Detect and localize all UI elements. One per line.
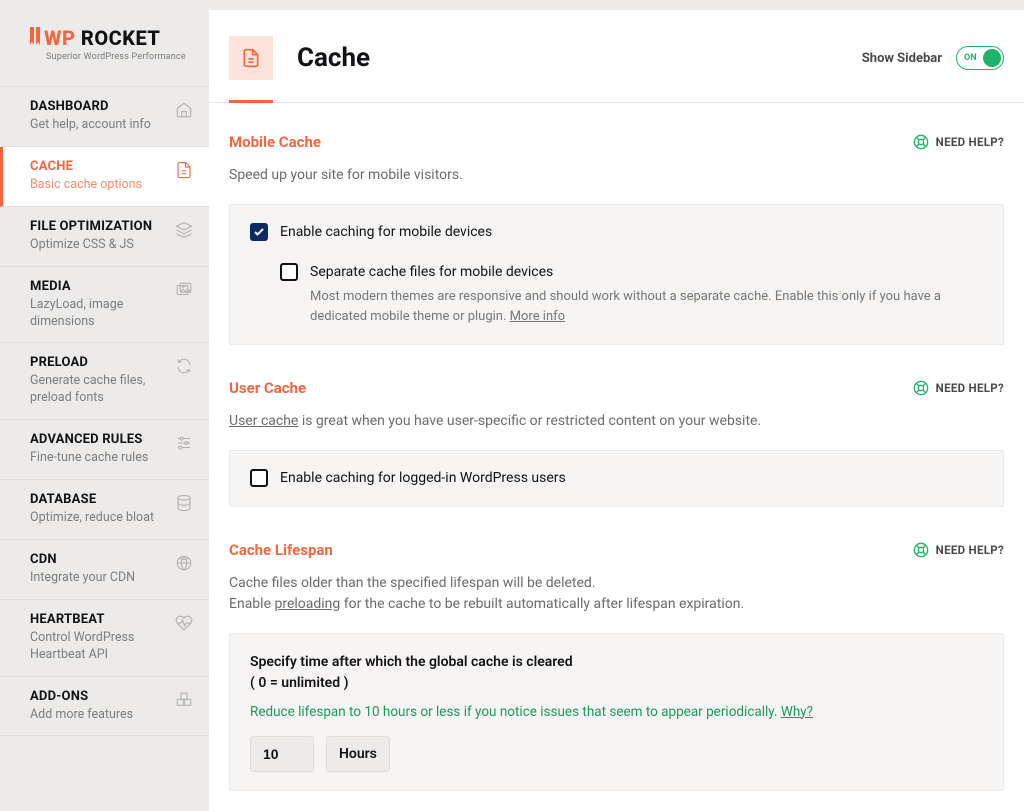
lifebuoy-icon [913, 542, 929, 558]
heartbeat-icon [175, 614, 193, 632]
brand-name: ROCKET [81, 26, 161, 50]
layers-icon [175, 221, 193, 239]
preloading-link[interactable]: preloading [274, 596, 340, 612]
nav-subtitle: Optimize CSS & JS [30, 237, 167, 254]
lifespan-value-input[interactable] [250, 736, 314, 772]
lifebuoy-icon [913, 134, 929, 150]
section-desc-user: User cache is great when you have user-s… [229, 411, 1004, 432]
nav-title: PRELOAD [30, 355, 167, 370]
sidebar-item-media[interactable]: MEDIA LazyLoad, image dimensions [0, 267, 209, 344]
sidebar: WP ROCKET Superior WordPress Performance… [0, 0, 209, 811]
brand-logo: WP ROCKET Superior WordPress Performance [0, 18, 209, 86]
nav-title: ADD-ONS [30, 689, 167, 704]
nav-subtitle: Control WordPress Heartbeat API [30, 630, 167, 664]
sidebar-item-database[interactable]: DATABASE Optimize, reduce bloat [0, 480, 209, 540]
show-sidebar-toggle[interactable]: ON [956, 46, 1004, 70]
checkbox-logged-in-cache[interactable] [250, 469, 268, 487]
lifespan-unit-select[interactable]: Hours [326, 736, 390, 772]
nav-title: CACHE [30, 159, 167, 174]
nav-title: DASHBOARD [30, 99, 167, 114]
section-title-mobile: Mobile Cache [229, 133, 321, 151]
nav-title: MEDIA [30, 279, 167, 294]
nav-subtitle: Fine-tune cache rules [30, 450, 167, 467]
need-help-mobile[interactable]: NEED HELP? [913, 134, 1004, 150]
page-icon [229, 36, 273, 80]
nav-subtitle: LazyLoad, image dimensions [30, 297, 167, 331]
nav-title: CDN [30, 552, 167, 567]
need-help-label: NEED HELP? [936, 543, 1004, 557]
refresh-icon [175, 357, 193, 375]
ribbon-icon [30, 27, 40, 49]
sidebar-item-file-optimization[interactable]: FILE OPTIMIZATION Optimize CSS & JS [0, 207, 209, 267]
nav-title: HEARTBEAT [30, 612, 167, 627]
label-logged-in-cache: Enable caching for logged-in WordPress u… [280, 469, 983, 487]
section-title-user: User Cache [229, 379, 306, 397]
nav-title: FILE OPTIMIZATION [30, 219, 167, 234]
brand-prefix: WP [44, 26, 75, 50]
need-help-label: NEED HELP? [936, 135, 1004, 149]
section-desc-mobile: Speed up your site for mobile visitors. [229, 165, 1004, 186]
lifespan-hint: Reduce lifespan to 10 hours or less if y… [250, 704, 983, 720]
lifespan-panel: Specify time after which the global cach… [229, 633, 1004, 791]
why-link[interactable]: Why? [781, 704, 813, 720]
page-header: Cache Show Sidebar ON [209, 10, 1024, 103]
sidebar-nav: DASHBOARD Get help, account info CACHE Basi… [0, 86, 209, 736]
section-desc-lifespan: Cache files older than the specified lif… [229, 573, 1004, 615]
images-icon [175, 281, 193, 299]
db-icon [175, 494, 193, 512]
label-separate-mobile-cache: Separate cache files for mobile devices [310, 263, 983, 281]
toggle-knob [983, 49, 1001, 67]
page-title: Cache [297, 43, 370, 73]
more-info-link[interactable]: More info [510, 309, 565, 324]
mobile-panel: Enable caching for mobile devices Separa… [229, 204, 1004, 345]
main: Cache Show Sidebar ON Mobile Cache NEED … [209, 10, 1024, 811]
nav-title: DATABASE [30, 492, 167, 507]
lifespan-spec: Specify time after which the global cach… [250, 652, 983, 694]
label-enable-mobile-cache: Enable caching for mobile devices [280, 223, 983, 241]
section-title-lifespan: Cache Lifespan [229, 541, 333, 559]
sidebar-item-cache[interactable]: CACHE Basic cache options [0, 147, 209, 207]
nav-subtitle: Get help, account info [30, 117, 167, 134]
sidebar-item-preload[interactable]: PRELOAD Generate cache files, preload fon… [0, 343, 209, 420]
toggle-state: ON [964, 53, 977, 63]
sidebar-item-add-ons[interactable]: ADD-ONS Add more features [0, 677, 209, 737]
nav-title: ADVANCED RULES [30, 432, 167, 447]
nav-subtitle: Add more features [30, 707, 167, 724]
user-panel: Enable caching for logged-in WordPress u… [229, 450, 1004, 506]
nav-subtitle: Integrate your CDN [30, 570, 167, 587]
sidebar-item-advanced-rules[interactable]: ADVANCED RULES Fine-tune cache rules [0, 420, 209, 480]
nav-subtitle: Basic cache options [30, 177, 167, 194]
sidebar-item-heartbeat[interactable]: HEARTBEAT Control WordPress Heartbeat API [0, 600, 209, 677]
checkbox-enable-mobile-cache[interactable] [250, 223, 268, 241]
nav-subtitle: Generate cache files, preload fonts [30, 373, 167, 407]
show-sidebar-label: Show Sidebar [862, 51, 942, 66]
need-help-lifespan[interactable]: NEED HELP? [913, 542, 1004, 558]
addons-icon [175, 691, 193, 709]
sidebar-item-dashboard[interactable]: DASHBOARD Get help, account info [0, 86, 209, 147]
need-help-label: NEED HELP? [936, 381, 1004, 395]
home-icon [175, 101, 193, 119]
globe-icon [175, 554, 193, 572]
nav-subtitle: Optimize, reduce bloat [30, 510, 167, 527]
lifebuoy-icon [913, 380, 929, 396]
sidebar-item-cdn[interactable]: CDN Integrate your CDN [0, 540, 209, 600]
brand-tagline: Superior WordPress Performance [46, 52, 189, 62]
checkbox-separate-mobile-cache[interactable] [280, 263, 298, 281]
need-help-user[interactable]: NEED HELP? [913, 380, 1004, 396]
help-separate-mobile-cache: Most modern themes are responsive and sh… [310, 287, 983, 326]
sliders-icon [175, 434, 193, 452]
file-icon [175, 161, 193, 179]
user-cache-link[interactable]: User cache [229, 413, 298, 429]
